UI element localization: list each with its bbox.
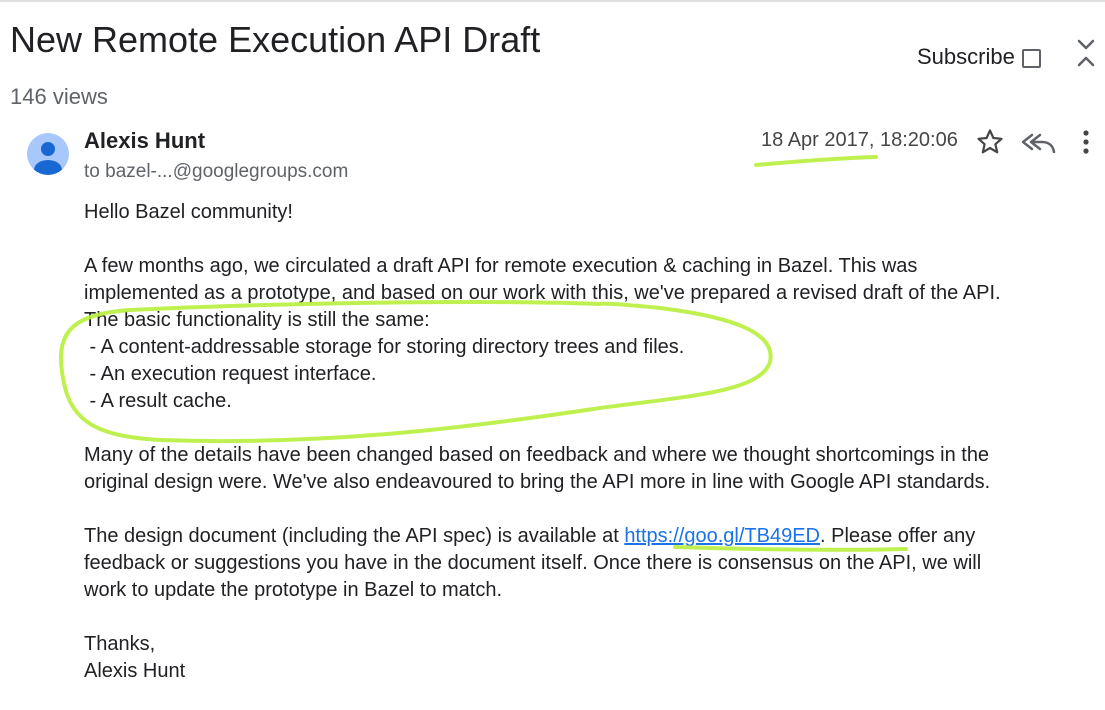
collapse-chevrons-icon[interactable] bbox=[1072, 36, 1100, 70]
signature: Alexis Hunt bbox=[84, 660, 186, 682]
view-count: 146 views bbox=[10, 84, 108, 109]
person-avatar-icon bbox=[34, 142, 62, 175]
body-line: work to update the prototype in Bazel to… bbox=[84, 579, 503, 601]
body-line: Many of the details have been changed ba… bbox=[84, 444, 990, 466]
greeting: Hello Bazel community! bbox=[84, 201, 293, 223]
thread-title: New Remote Execution API Draft bbox=[10, 19, 541, 60]
date-underline-mark bbox=[754, 155, 878, 167]
bullet-item: - An execution request interface. bbox=[84, 363, 377, 385]
signoff: Thanks, bbox=[84, 633, 156, 655]
more-vert-icon[interactable] bbox=[1076, 128, 1096, 156]
body-line: original design were. We've also endeavo… bbox=[84, 471, 991, 493]
subscribe-checkbox[interactable] bbox=[1021, 49, 1041, 68]
subscribe-label: Subscribe bbox=[917, 44, 1015, 69]
body-line-with-link: The design document (including the API s… bbox=[84, 523, 1102, 550]
reply-all-icon[interactable] bbox=[1020, 128, 1056, 156]
top-divider bbox=[0, 0, 1105, 2]
recipient-line: to bazel-...@googlegroups.com bbox=[84, 161, 349, 182]
message-date: 18 Apr 2017, 18:20:06 bbox=[761, 129, 958, 151]
link-suffix-text: . Please offer any bbox=[819, 525, 976, 547]
sender-name[interactable]: Alexis Hunt bbox=[84, 128, 205, 154]
message-body: Hello Bazel community! A few months ago,… bbox=[84, 199, 1102, 685]
bullet-item: - A content-addressable storage for stor… bbox=[84, 336, 685, 358]
body-line: The basic functionality is still the sam… bbox=[84, 309, 430, 331]
star-icon[interactable] bbox=[976, 128, 1004, 156]
subscribe-toggle[interactable]: Subscribe bbox=[917, 42, 1041, 72]
sender-avatar[interactable] bbox=[27, 133, 69, 175]
link-prefix-text: The design document (including the API s… bbox=[84, 525, 625, 547]
body-line: implemented as a prototype, and based on… bbox=[84, 282, 1001, 304]
body-line: feedback or suggestions you have in the … bbox=[84, 552, 982, 574]
design-doc-link[interactable]: https://goo.gl/TB49ED bbox=[624, 525, 820, 547]
body-line: A few months ago, we circulated a draft … bbox=[84, 255, 918, 277]
bullet-item: - A result cache. bbox=[84, 390, 232, 412]
